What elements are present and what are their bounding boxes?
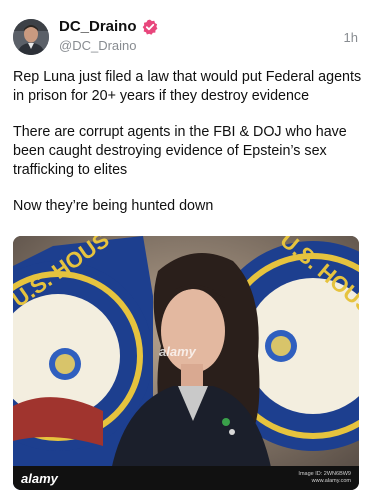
verified-badge-icon [142,19,158,35]
image-id-text: Image ID: 2WN6BW9 [298,471,351,477]
site-url-text: www.alamy.com [311,478,351,484]
post-body: Rep Luna just filed a law that would put… [13,68,363,233]
watermark-meta: Image ID: 2WN6BW9 www.alamy.com [298,471,351,485]
display-name[interactable]: DC_Draino [59,18,137,35]
author-handle[interactable]: @DC_Draino [59,38,137,53]
watermark-bar: alamy Image ID: 2WN6BW9 www.alamy.com [13,466,359,490]
watermark-logo: alamy [21,470,58,486]
avatar[interactable] [13,19,49,55]
post-image[interactable]: U.S. HOUS U.S. HOUSE alamy alamy Image I… [13,236,359,490]
watermark-center: alamy [159,344,196,359]
post-paragraph: There are corrupt agents in the FBI & DO… [13,124,347,178]
post-timestamp[interactable]: 1h [344,30,358,45]
post-card: DC_Draino @DC_Draino 1h Rep Luna just fi… [0,0,372,500]
photo-illustration: U.S. HOUS U.S. HOUSE [13,236,359,490]
post-paragraph: Now they’re being hunted down [13,198,214,214]
author-name-row: DC_Draino [59,18,158,35]
post-paragraph: Rep Luna just filed a law that would put… [13,69,362,104]
